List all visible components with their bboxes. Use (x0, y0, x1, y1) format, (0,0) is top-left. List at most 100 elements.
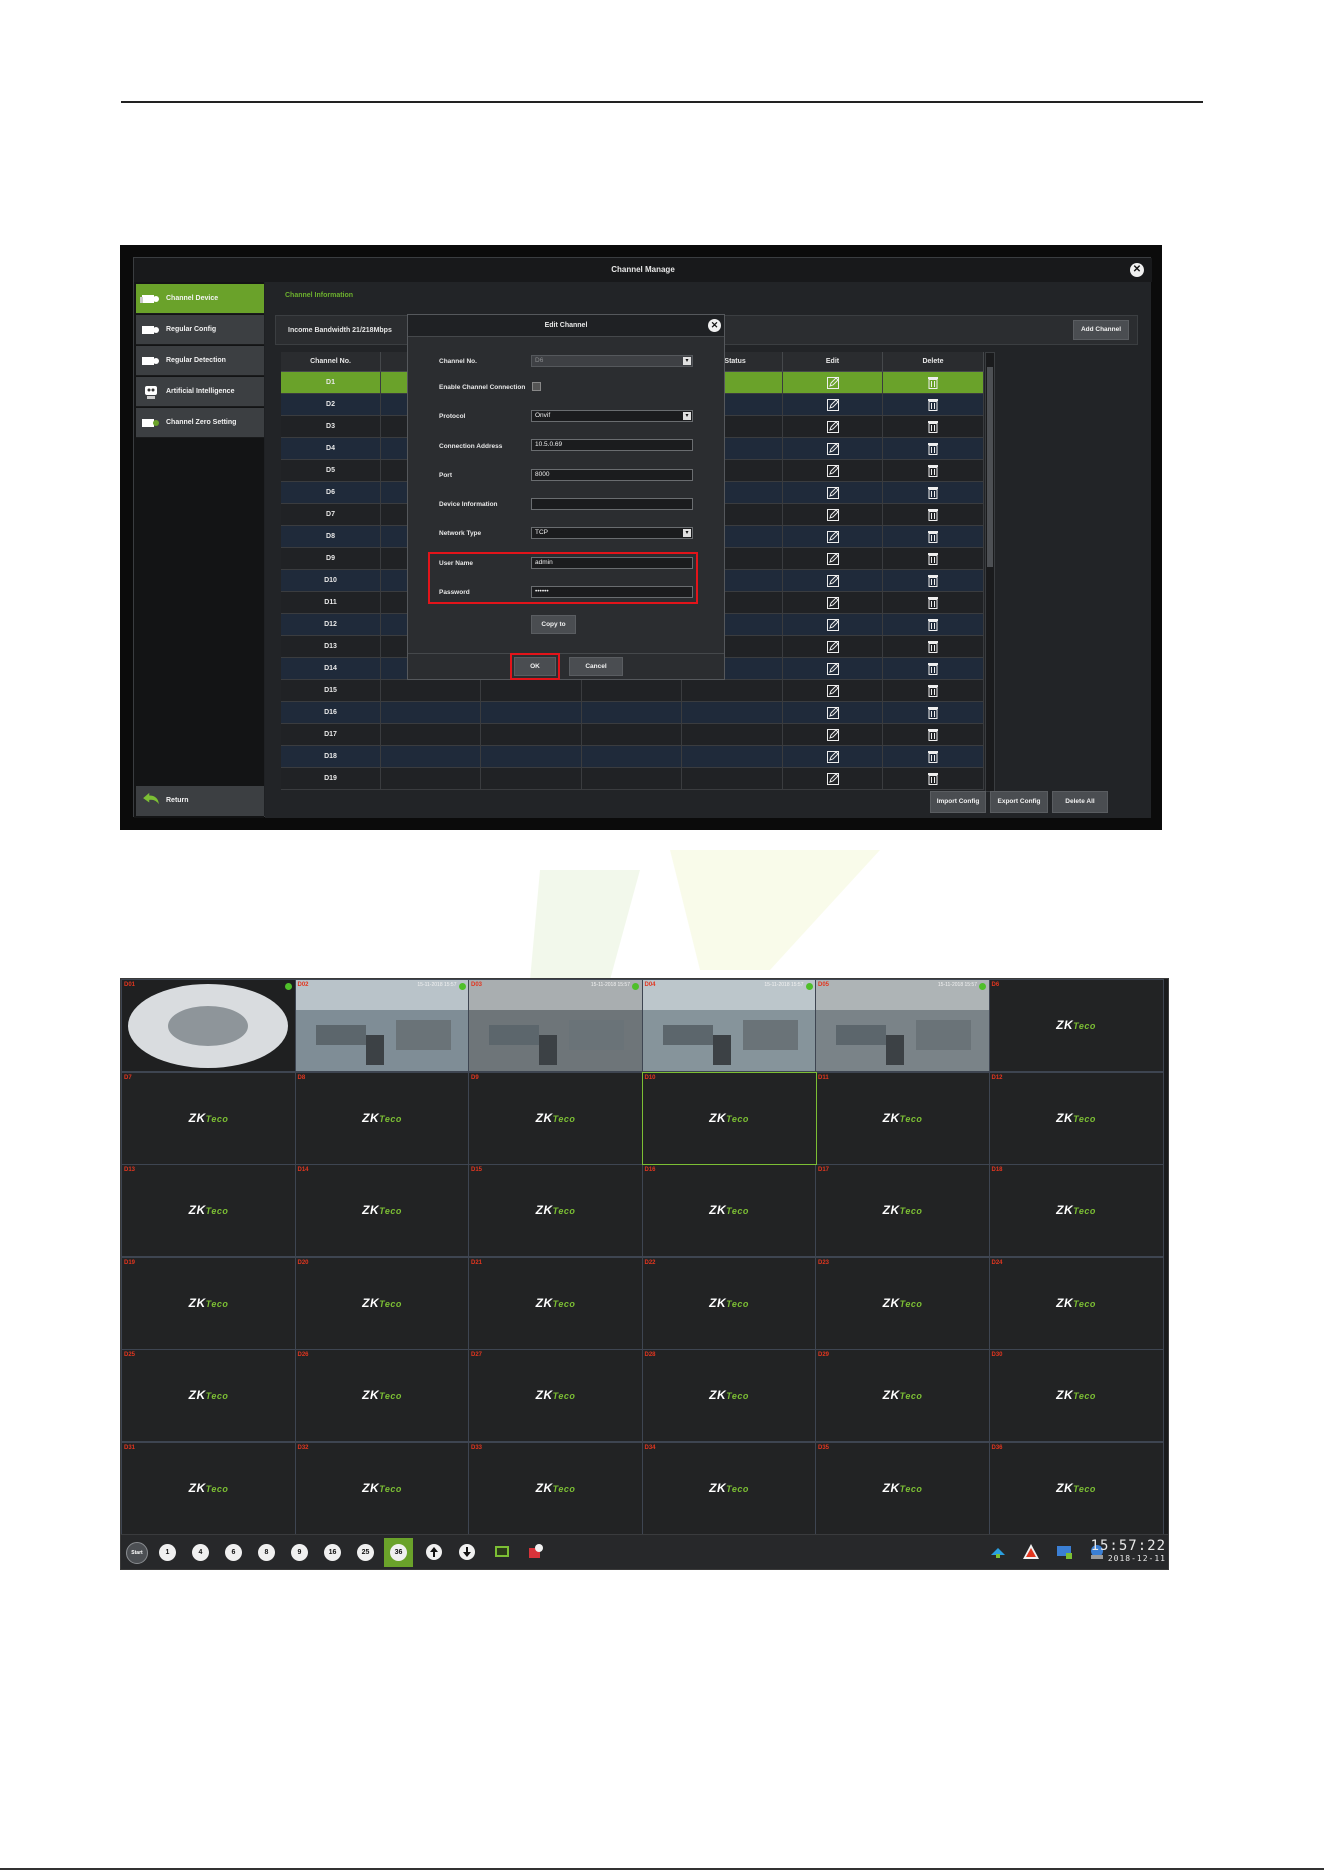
trash-icon[interactable] (927, 640, 939, 653)
layout-25-button[interactable]: 25 (357, 1544, 374, 1561)
edit-icon[interactable] (827, 619, 839, 631)
camera-tile-empty[interactable]: D33 ZKTeco (468, 1441, 643, 1535)
edit-icon[interactable] (827, 751, 839, 763)
sidebar-item-channel-zero[interactable]: Channel Zero Setting (136, 408, 264, 438)
layout-16-button[interactable]: 16 (324, 1544, 341, 1561)
layout-4-button[interactable]: 4 (192, 1544, 209, 1561)
user-name-input[interactable]: admin (531, 557, 693, 569)
camera-tile-empty[interactable]: D27 ZKTeco (468, 1349, 643, 1442)
sidebar-item-regular-config[interactable]: Regular Config (136, 315, 264, 345)
camera-tile-empty[interactable]: D17 ZKTeco (815, 1164, 990, 1257)
camera-tile-empty[interactable]: D19 ZKTeco (121, 1256, 296, 1350)
edit-icon[interactable] (827, 641, 839, 653)
camera-tile-live[interactable]: D04 15-11-2018 15:57 (641, 979, 817, 1072)
trash-icon[interactable] (927, 486, 939, 499)
export-config-button[interactable]: Export Config (990, 791, 1048, 813)
camera-tile-empty[interactable]: D35 ZKTeco (815, 1441, 990, 1535)
edit-icon[interactable] (827, 553, 839, 565)
playback-icon[interactable] (493, 1543, 511, 1561)
layout-1-button[interactable]: 1 (159, 1544, 176, 1561)
delete-all-button[interactable]: Delete All (1052, 791, 1108, 813)
camera-tile-empty[interactable]: D7 ZKTeco (121, 1071, 296, 1165)
camera-tile-empty[interactable]: D28 ZKTeco (641, 1349, 817, 1442)
network-icon[interactable] (989, 1543, 1007, 1561)
camera-tile-empty[interactable]: D8 ZKTeco (294, 1071, 470, 1165)
network-type-select[interactable]: TCP ▾ (531, 527, 693, 539)
edit-icon[interactable] (827, 729, 839, 741)
sidebar-item-artificial-intelligence[interactable]: Artificial Intelligence (136, 377, 264, 407)
camera-tile-empty[interactable]: D23 ZKTeco (815, 1256, 990, 1350)
camera-tile-empty[interactable]: D15 ZKTeco (468, 1164, 643, 1257)
trash-icon[interactable] (927, 508, 939, 521)
trash-icon[interactable] (927, 530, 939, 543)
port-input[interactable]: 8000 (531, 469, 693, 481)
display-icon[interactable] (1055, 1543, 1073, 1561)
edit-icon[interactable] (827, 575, 839, 587)
trash-icon[interactable] (927, 442, 939, 455)
layout-36-button[interactable]: 36 (390, 1544, 407, 1561)
ok-button[interactable]: OK (514, 657, 556, 676)
password-input[interactable]: •••••• (531, 586, 693, 598)
edit-icon[interactable] (827, 685, 839, 697)
arrow-up-icon[interactable] (425, 1543, 443, 1561)
camera-tile-empty[interactable]: D16 ZKTeco (641, 1164, 817, 1257)
camera-tile-live[interactable]: D03 15-11-2018 15:57 (468, 979, 643, 1072)
camera-tile-empty[interactable]: D6 ZKTeco (988, 979, 1164, 1072)
camera-tile-empty[interactable]: D13 ZKTeco (121, 1164, 296, 1257)
camera-tile-empty[interactable]: D29 ZKTeco (815, 1349, 990, 1442)
camera-tile-empty[interactable]: D20 ZKTeco (294, 1256, 470, 1350)
trash-icon[interactable] (927, 574, 939, 587)
camera-tile-empty[interactable]: D30 ZKTeco (988, 1349, 1164, 1442)
cancel-button[interactable]: Cancel (569, 657, 623, 676)
edit-icon[interactable] (827, 509, 839, 521)
camera-tile-empty[interactable]: D26 ZKTeco (294, 1349, 470, 1442)
sidebar-item-channel-device[interactable]: Channel Device (136, 284, 264, 314)
camera-tile-live[interactable]: D05 15-11-2018 15:57 (815, 979, 990, 1072)
start-button[interactable]: Start (126, 1542, 148, 1564)
camera-tile-empty[interactable]: D9 ZKTeco (468, 1071, 643, 1165)
trash-icon[interactable] (927, 662, 939, 675)
edit-icon[interactable] (827, 663, 839, 675)
connection-address-input[interactable]: 10.5.0.69 (531, 439, 693, 451)
layout-8-button[interactable]: 8 (258, 1544, 275, 1561)
trash-icon[interactable] (927, 464, 939, 477)
layout-6-button[interactable]: 6 (225, 1544, 242, 1561)
edit-icon[interactable] (827, 421, 839, 433)
close-icon[interactable]: ✕ (708, 319, 721, 332)
camera-tile-empty[interactable]: D22 ZKTeco (641, 1256, 817, 1350)
camera-tile-empty[interactable]: D24 ZKTeco (988, 1256, 1164, 1350)
trash-icon[interactable] (927, 552, 939, 565)
import-config-button[interactable]: Import Config (930, 791, 986, 813)
copy-to-button[interactable]: Copy to (531, 615, 576, 634)
add-channel-button[interactable]: Add Channel (1073, 320, 1129, 340)
arrow-down-icon[interactable] (458, 1543, 476, 1561)
trash-icon[interactable] (927, 706, 939, 719)
trash-icon[interactable] (927, 684, 939, 697)
trash-icon[interactable] (927, 750, 939, 763)
edit-icon[interactable] (827, 465, 839, 477)
trash-icon[interactable] (927, 376, 939, 389)
camera-tile-empty[interactable]: D31 ZKTeco (121, 1441, 296, 1535)
trash-icon[interactable] (927, 772, 939, 785)
trash-icon[interactable] (927, 596, 939, 609)
table-row[interactable]: D17 (281, 724, 984, 746)
table-row[interactable]: D18 (281, 746, 984, 768)
protocol-select[interactable]: Onvif ▾ (531, 410, 693, 422)
camera-tile-empty[interactable]: D36 ZKTeco (988, 1441, 1164, 1535)
camera-tile-empty[interactable]: D21 ZKTeco (468, 1256, 643, 1350)
trash-icon[interactable] (927, 420, 939, 433)
table-row[interactable]: D19 (281, 768, 984, 790)
layout-9-button[interactable]: 9 (291, 1544, 308, 1561)
trash-icon[interactable] (927, 618, 939, 631)
camera-tile-empty[interactable]: D34 ZKTeco (641, 1441, 817, 1535)
camera-tile-empty[interactable]: D18 ZKTeco (988, 1164, 1164, 1257)
camera-tile-empty[interactable]: D10 ZKTeco (641, 1071, 817, 1165)
device-info-input[interactable] (531, 498, 693, 510)
edit-icon[interactable] (827, 487, 839, 499)
close-icon[interactable]: ✕ (1130, 263, 1144, 277)
edit-icon[interactable] (827, 531, 839, 543)
edit-icon[interactable] (827, 443, 839, 455)
sidebar-item-regular-detection[interactable]: Regular Detection (136, 346, 264, 376)
trash-icon[interactable] (927, 398, 939, 411)
camera-tile-live[interactable]: D01 (121, 979, 296, 1072)
